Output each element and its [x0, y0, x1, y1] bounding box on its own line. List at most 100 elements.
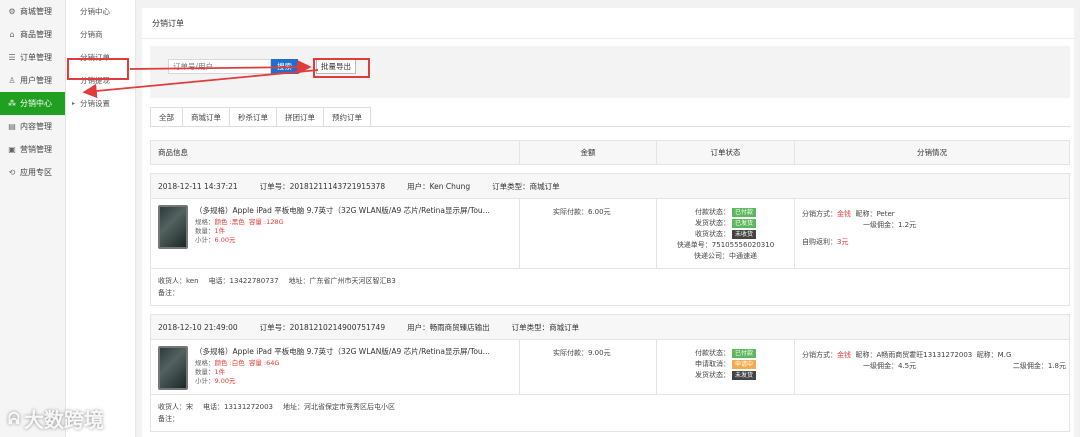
order-time: 2018-12-11 14:37:21 [158, 181, 238, 191]
search-button[interactable]: 搜索 [271, 59, 298, 74]
phone: 电话：13422780737 [208, 277, 279, 285]
sidebar-item-label: 商品管理 [20, 30, 52, 39]
spec-color: 颜色 :白色 [214, 359, 245, 367]
watermark-icon: ᕱ [8, 408, 20, 428]
tab-group-buy-orders[interactable]: 拼团订单 [277, 107, 324, 127]
subnav-item-settings[interactable]: ▸ 分销设置 [66, 92, 135, 115]
courier-company: 快递公司：中通速递 [694, 252, 757, 260]
order-card: 2018-12-11 14:37:21 订单号：2018121114372191… [150, 173, 1070, 306]
address: 地址：河北省保定市竞秀区后屯小区 [283, 403, 395, 411]
watermark-logo: ᕱ 大数跨境 [8, 404, 104, 433]
status-label: 发货状态： [694, 371, 730, 379]
product-name[interactable]: （多规格）Apple iPad 平板电脑 9.7英寸（32G WLAN版/A9 … [195, 346, 490, 357]
dist-commission: 一级佣金：4.5元 [863, 362, 917, 370]
distribution-cell: 分销方式：金钱 昵称：A畅雨商贸霍旺13131272003 昵称：M.G 一级佣… [795, 340, 1069, 394]
order-header: 2018-12-10 21:49:00 订单号：2018121021490075… [151, 315, 1069, 340]
order-tabs: 全部 商城订单 秒杀订单 拼团订单 预约订单 [150, 107, 371, 127]
status-badge: 已发货 [731, 218, 756, 228]
receiver-line: 收货人：宋 电话：13131272003 地址：河北省保定市竞秀区后屯小区 [158, 401, 1062, 413]
status-line: 申请取消： 申请中 [657, 359, 794, 370]
product-spec: 规格：颜色 :黑色 容量 :128G [195, 218, 490, 227]
order-user: 用户：Ken Chung [407, 181, 471, 191]
sidebar-item-marketing[interactable]: ▣ 营销管理 [0, 138, 65, 161]
column-header-amount: 金额 [520, 141, 657, 164]
sidebar-item-distribution[interactable]: ⁂ 分销中心 [0, 92, 65, 115]
order-type: 订单类型：商城订单 [492, 181, 560, 191]
tab-all[interactable]: 全部 [150, 107, 183, 127]
amount-cell: 实际付款：9.00元 [520, 340, 657, 394]
spec-label: 规格： [195, 218, 215, 226]
dist-method: 金钱 [837, 210, 851, 218]
divider [142, 38, 1074, 39]
watermark-text: 大数跨境 [23, 408, 104, 432]
sidebar-item-label: 内容管理 [20, 122, 52, 131]
dist-method: 金钱 [837, 351, 851, 359]
sidebar-item-apps[interactable]: ⟲ 应用专区 [0, 161, 65, 184]
status-cell: 付款状态： 已付款 申请取消： 申请中 发货状态： 未发货 [657, 340, 795, 394]
sidebar-item-mall[interactable]: ⚙ 商城管理 [0, 0, 65, 23]
order-number: 订单号：20181210214900751749 [259, 322, 386, 332]
product-thumbnail[interactable] [158, 205, 188, 249]
status-label: 发货状态： [694, 219, 730, 227]
status-badge: 已付款 [731, 207, 756, 217]
product-info: （多规格）Apple iPad 平板电脑 9.7英寸（32G WLAN版/A9 … [195, 346, 490, 394]
shop-icon: ⌂ [9, 30, 15, 39]
primary-sidebar: ⚙ 商城管理 ⌂ 商品管理 ☰ 订单管理 ♙ 用户管理 ⁂ 分销中心 ▤ 内容管理 ▣ 营销管… [0, 0, 66, 437]
product-thumbnail[interactable] [158, 346, 188, 390]
status-badge: 已付款 [731, 348, 756, 358]
order-user: 用户：畅雨商贸臻店输出 [407, 322, 490, 332]
sidebar-item-products[interactable]: ⌂ 商品管理 [0, 23, 65, 46]
tab-mall-orders[interactable]: 商城订单 [183, 107, 230, 127]
sidebar-item-users[interactable]: ♙ 用户管理 [0, 69, 65, 92]
content-icon: ▤ [8, 122, 16, 131]
page-title: 分销订单 [152, 19, 184, 28]
status-badge: 申请中 [731, 359, 756, 369]
tab-reservation-orders[interactable]: 预约订单 [324, 107, 371, 127]
order-time: 2018-12-10 21:49:00 [158, 322, 238, 332]
order-row: （多规格）Apple iPad 平板电脑 9.7英寸（32G WLAN版/A9 … [151, 199, 1069, 269]
status-line: 付款状态： 已付款 [657, 348, 794, 359]
status-label: 付款状态： [694, 208, 730, 216]
column-header-distribution: 分销情况 [917, 148, 947, 157]
paid-amount: 实际付款：6.00元 [553, 208, 611, 216]
paid-amount: 实际付款：9.00元 [553, 349, 611, 357]
search-input[interactable] [168, 59, 271, 74]
subtotal-value: 6.00元 [214, 236, 236, 244]
highlight-box-distribution-orders [67, 58, 129, 80]
sidebar-item-label: 订单管理 [20, 53, 52, 62]
self-rebate-line: 自购返利：3元 [802, 237, 1069, 248]
receiver-line: 收货人：ken 电话：13422780737 地址：广东省广州市天河区智汇B3 [158, 275, 1062, 287]
table-header: 商品信息 金额 订单状态 分销情况 [150, 140, 1070, 165]
product-qty: 数量：1件 [195, 227, 490, 236]
product-name[interactable]: （多规格）Apple iPad 平板电脑 9.7英寸（32G WLAN版/A9 … [195, 205, 490, 216]
status-line: 发货状态： 未发货 [657, 370, 794, 381]
highlight-box-export [313, 58, 370, 78]
status-badge: 未发货 [731, 370, 756, 380]
dist-method-label: 分销方式： [802, 210, 837, 218]
qty-value: 1件 [214, 227, 226, 235]
product-qty: 数量：1件 [195, 368, 490, 377]
order-icon: ☰ [8, 53, 16, 62]
self-rebate-value: 3元 [837, 238, 849, 246]
dist-nickname: 昵称：Peter [855, 210, 895, 218]
sidebar-item-label: 分销中心 [20, 99, 52, 108]
distribution-line: 分销方式：金钱 昵称：Peter [802, 209, 1069, 220]
sidebar-item-orders[interactable]: ☰ 订单管理 [0, 46, 65, 69]
address: 地址：广东省广州市天河区智汇B3 [288, 277, 396, 285]
status-label: 付款状态： [694, 349, 730, 357]
subnav-label: 分销设置 [80, 99, 110, 108]
divider [150, 126, 1070, 127]
dist-nickname-level2: 昵称：M.G [976, 351, 1012, 359]
sidebar-item-content[interactable]: ▤ 内容管理 [0, 115, 65, 138]
subnav-item-distributors[interactable]: 分销商 [66, 23, 135, 46]
self-rebate-label: 自购返利： [802, 238, 837, 246]
tab-flash-sale-orders[interactable]: 秒杀订单 [230, 107, 277, 127]
dist-method-label: 分销方式： [802, 351, 837, 359]
status-line: 发货状态： 已发货 [657, 218, 794, 229]
apps-icon: ⟲ [8, 168, 16, 177]
column-header-product: 商品信息 [151, 141, 520, 164]
subnav-item-distribution-center[interactable]: 分销中心 [66, 0, 135, 23]
tracking-number: 快递单号：75105556020310 [676, 241, 775, 249]
main-panel: 分销订单 搜索 批量导出 全部 商城订单 秒杀订单 拼团订单 预约订单 商品信息… [142, 8, 1074, 437]
gear-icon: ⚙ [8, 7, 16, 16]
